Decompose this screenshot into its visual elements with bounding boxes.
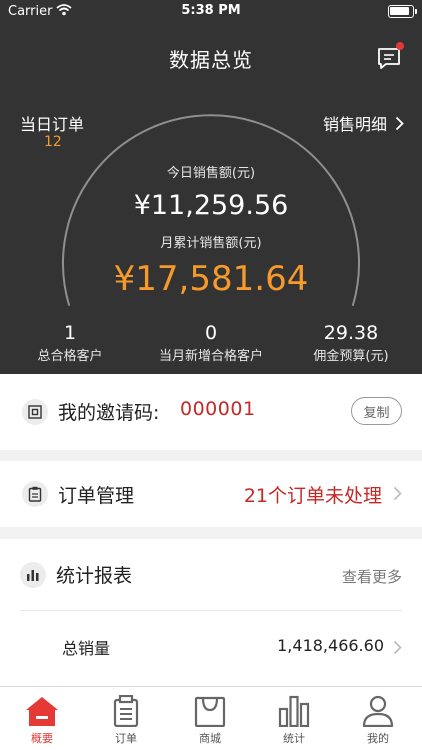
tab-label: 统计 (283, 732, 305, 745)
today-sales-amount: ¥11,259.56 (133, 190, 289, 221)
month-sales-amount: ¥17,581.64 (113, 259, 309, 299)
chevron-right-icon (393, 486, 402, 501)
total-sales-label: 总销量 (62, 639, 111, 658)
chevron-right-icon (393, 640, 402, 655)
home-icon (26, 697, 58, 726)
stat-label: 当月新增合格客户 (158, 349, 263, 364)
tab-mine[interactable]: 我的 (336, 687, 420, 750)
tab-statistics[interactable]: 统计 (252, 687, 336, 750)
sales-arc (62, 114, 360, 306)
chevron-right-icon (395, 116, 404, 130)
total-sales-value: 1,418,466.60 (277, 636, 384, 655)
tab-label: 商城 (199, 732, 221, 745)
tab-label: 我的 (367, 732, 389, 745)
stat-label: 佣金预算(元) (313, 349, 389, 364)
divider (20, 610, 402, 611)
invite-code-label: 我的邀请码: (58, 402, 160, 424)
stat-qualified-customers: 1 总合格客户 (10, 322, 130, 364)
qr-code-icon (22, 399, 48, 425)
statistics-report-section: 统计报表 查看更多 总销量 1,418,466.60 (0, 539, 422, 689)
clipboard-icon (22, 481, 48, 507)
clipboard-icon (113, 695, 139, 727)
copy-button[interactable]: 复制 (351, 397, 402, 425)
invite-code-value: 000001 (180, 398, 256, 420)
tab-orders[interactable]: 订单 (84, 687, 168, 750)
tab-label: 概要 (31, 732, 53, 745)
sales-detail-label: 销售明细 (322, 115, 387, 134)
tab-overview[interactable]: 概要 (0, 687, 84, 750)
bar-chart-icon (278, 695, 310, 727)
stat-value: 0 (204, 322, 218, 344)
today-sales-label: 今日销售额(元) (166, 166, 256, 181)
stat-commission-budget: 29.38 佣金预算(元) (296, 322, 406, 364)
stat-value: 1 (63, 322, 77, 344)
stat-value: 29.38 (323, 322, 379, 344)
tab-mall[interactable]: 商城 (168, 687, 252, 750)
daily-orders-count: 12 (44, 134, 62, 150)
user-icon (362, 695, 394, 727)
daily-orders-label: 当日订单 (20, 115, 85, 134)
stat-label: 总合格客户 (37, 349, 103, 364)
overview-header: Carrier 5:38 PM 数据总览 当日订单 12 销售明细 今日销售额(… (0, 0, 422, 374)
statistics-report-title: 统计报表 (56, 565, 133, 587)
order-management-row[interactable]: 订单管理 21个订单未处理 (0, 461, 422, 527)
bar-chart-icon (20, 562, 46, 588)
sales-detail-link[interactable]: 销售明细 (323, 111, 404, 135)
tab-bar: 概要 订单 商城 统计 我的 (0, 686, 422, 750)
invite-code-row: 我的邀请码: 000001 复制 (0, 374, 422, 450)
see-more-link[interactable]: 查看更多 (342, 566, 402, 587)
tab-label: 订单 (115, 732, 137, 745)
pending-orders-text: 21个订单未处理 (243, 485, 382, 507)
month-sales-label: 月累计销售额(元) (160, 236, 262, 251)
stat-new-customers: 0 当月新增合格客户 (136, 322, 286, 364)
shopping-bag-icon (194, 696, 226, 727)
order-management-title: 订单管理 (58, 485, 135, 507)
